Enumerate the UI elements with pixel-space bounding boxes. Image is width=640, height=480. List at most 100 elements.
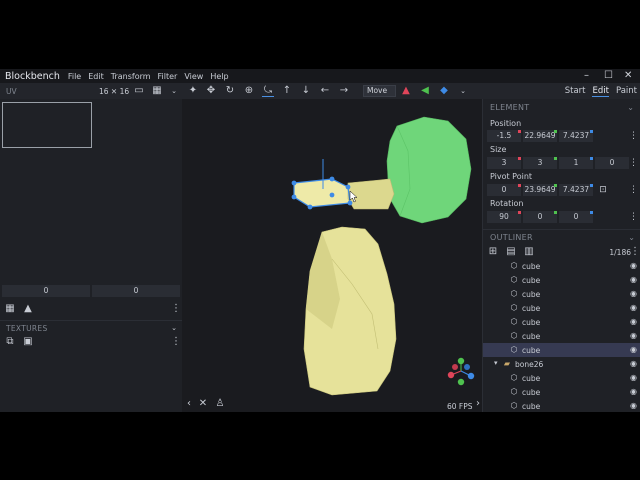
uv-editor[interactable] bbox=[2, 102, 92, 148]
chevron-down-icon[interactable]: ⌄ bbox=[168, 85, 180, 97]
axis-x-icon[interactable]: ▲ bbox=[400, 85, 412, 97]
outliner-group-row[interactable]: ▾ ▰ bone26 ◉ bbox=[483, 357, 640, 371]
arrow-right-icon[interactable]: → bbox=[338, 85, 350, 97]
uv-input-y[interactable]: 0 bbox=[92, 285, 180, 297]
arrow-left-icon[interactable]: ← bbox=[319, 85, 331, 97]
chevron-down-icon[interactable]: ▾ bbox=[494, 359, 498, 367]
selection-handle[interactable] bbox=[291, 180, 297, 186]
position-z-input[interactable]: 7.4237 bbox=[559, 130, 593, 142]
more-icon[interactable]: ⋮ bbox=[170, 336, 182, 348]
eye-icon[interactable]: ◉ bbox=[630, 373, 637, 382]
pivot-x-input[interactable]: 0 bbox=[487, 184, 521, 196]
eye-icon[interactable]: ◉ bbox=[630, 289, 637, 298]
outliner-row[interactable]: ⬡ cube ◉ bbox=[483, 287, 640, 301]
menu-help[interactable]: Help bbox=[210, 72, 228, 81]
center-pivot-icon[interactable]: ⊡ bbox=[597, 184, 609, 196]
rotate-tool-icon[interactable]: ↻ bbox=[224, 85, 236, 97]
eye-icon[interactable]: ◉ bbox=[630, 359, 637, 368]
eye-icon[interactable]: ◉ bbox=[630, 331, 637, 340]
arrow-up-icon[interactable]: ↑ bbox=[281, 85, 293, 97]
import-texture-icon[interactable]: ⧉ bbox=[4, 336, 16, 348]
axis-z-icon[interactable]: ◆ bbox=[438, 85, 450, 97]
arrow-down-icon[interactable]: ↓ bbox=[300, 85, 312, 97]
menu-file[interactable]: File bbox=[68, 72, 81, 81]
more-icon[interactable]: ⋮ bbox=[170, 303, 182, 315]
rotation-z-input[interactable]: 0 bbox=[559, 211, 593, 223]
more-icon[interactable]: ⋮ bbox=[629, 185, 638, 195]
grid-icon[interactable]: ▦ bbox=[4, 303, 16, 315]
chevron-down-icon[interactable]: ⌄ bbox=[168, 322, 180, 334]
chevron-down-icon[interactable]: ⌄ bbox=[457, 85, 469, 97]
eye-icon[interactable]: ◉ bbox=[630, 303, 637, 312]
add-cube-icon[interactable]: ⊞ bbox=[487, 246, 499, 258]
selection-handle[interactable] bbox=[329, 176, 335, 182]
outliner-row[interactable]: ⬡ cube ◉ bbox=[483, 371, 640, 385]
grid-menu-icon[interactable]: ▦ bbox=[151, 85, 163, 97]
paint-icon[interactable]: ▲ bbox=[22, 303, 34, 315]
eye-icon[interactable]: ◉ bbox=[630, 317, 637, 326]
rotation-x-input[interactable]: 90 bbox=[487, 211, 521, 223]
transform-mode-select[interactable]: Move ⌄ bbox=[363, 85, 396, 105]
tab-paint[interactable]: Paint bbox=[616, 86, 637, 97]
inflate-input[interactable]: 0 bbox=[595, 157, 629, 169]
eye-icon[interactable]: ◉ bbox=[630, 345, 637, 354]
more-icon[interactable]: ⋮ bbox=[629, 212, 638, 222]
tab-start[interactable]: Start bbox=[565, 86, 586, 97]
axis-y-icon[interactable]: ◀ bbox=[419, 85, 431, 97]
new-texture-icon[interactable]: ▣ bbox=[22, 336, 34, 348]
3d-viewport[interactable]: ‹ ✕ ♙ › 60 FPS bbox=[182, 99, 482, 412]
fullscreen-icon[interactable]: ▭ bbox=[133, 85, 145, 97]
close-icon[interactable]: ✕ bbox=[197, 398, 209, 410]
outliner-row[interactable]: ⬡ cube ◉ bbox=[483, 385, 640, 399]
menu-transform[interactable]: Transform bbox=[111, 72, 151, 81]
move-tool-icon[interactable]: ✥ bbox=[205, 85, 217, 97]
chevron-down-icon[interactable]: ⌄ bbox=[627, 103, 634, 112]
eye-icon[interactable]: ◉ bbox=[630, 261, 637, 270]
selection-handle[interactable] bbox=[345, 184, 351, 190]
selection-handle[interactable] bbox=[307, 204, 313, 210]
selection-handle[interactable] bbox=[329, 192, 335, 198]
tab-edit[interactable]: Edit bbox=[592, 86, 609, 97]
more-icon[interactable]: ⋮ bbox=[629, 131, 638, 141]
add-group-icon[interactable]: ▤ bbox=[505, 246, 517, 258]
position-y-input[interactable]: 22.9649 bbox=[523, 130, 557, 142]
rotation-y-input[interactable]: 0 bbox=[523, 211, 557, 223]
orientation-gizmo[interactable] bbox=[447, 357, 475, 386]
size-z-input[interactable]: 1 bbox=[559, 157, 593, 169]
person-icon[interactable]: ♙ bbox=[214, 398, 226, 410]
selection-handle[interactable] bbox=[291, 194, 297, 200]
outliner-row[interactable]: ⬡ cube ◉ bbox=[483, 329, 640, 343]
chevron-left-icon[interactable]: ‹ bbox=[183, 398, 195, 410]
eye-icon[interactable]: ◉ bbox=[630, 275, 637, 284]
close-button[interactable]: ✕ bbox=[624, 70, 632, 81]
pivot-tool-icon[interactable]: ⊕ bbox=[243, 85, 255, 97]
outliner-row[interactable]: ⬡ cube ◉ bbox=[483, 301, 640, 315]
chevron-down-icon[interactable]: ⌄ bbox=[628, 233, 635, 242]
textures-header[interactable]: TEXTURES ⌄ bbox=[0, 320, 182, 334]
outliner-row[interactable]: ⬡ cube ◉ bbox=[483, 273, 640, 287]
more-icon[interactable]: ⋮ bbox=[629, 158, 638, 168]
outliner-header[interactable]: OUTLINER ⌄ bbox=[483, 229, 640, 243]
size-y-input[interactable]: 3 bbox=[523, 157, 557, 169]
outliner-row[interactable]: ⬡ cube ◉ bbox=[483, 315, 640, 329]
maximize-button[interactable]: ☐ bbox=[604, 70, 613, 81]
position-x-input[interactable]: -1.5 bbox=[487, 130, 521, 142]
resize-tool-icon[interactable]: ⤿ bbox=[262, 85, 274, 97]
menu-filter[interactable]: Filter bbox=[158, 72, 178, 81]
more-icon[interactable]: ⋮ bbox=[629, 246, 640, 258]
menu-edit[interactable]: Edit bbox=[88, 72, 104, 81]
pivot-z-input[interactable]: 7.4237 bbox=[559, 184, 593, 196]
eye-icon[interactable]: ◉ bbox=[630, 387, 637, 396]
eye-icon[interactable]: ◉ bbox=[630, 401, 637, 410]
minimize-button[interactable]: – bbox=[584, 70, 589, 81]
menu-view[interactable]: View bbox=[184, 72, 203, 81]
outliner-row-selected[interactable]: ⬡ cube ◉ bbox=[483, 343, 640, 357]
outliner-row[interactable]: ⬡ cube ◉ bbox=[483, 399, 640, 412]
outliner-row[interactable]: ⬡ cube ◉ bbox=[483, 259, 640, 273]
vertex-snap-icon[interactable]: ✦ bbox=[187, 85, 199, 97]
collapse-icon[interactable]: ▥ bbox=[523, 246, 535, 258]
uv-input-x[interactable]: 0 bbox=[2, 285, 90, 297]
size-x-input[interactable]: 3 bbox=[487, 157, 521, 169]
selection-handle[interactable] bbox=[347, 200, 353, 206]
pivot-y-input[interactable]: 23.9649 bbox=[523, 184, 557, 196]
